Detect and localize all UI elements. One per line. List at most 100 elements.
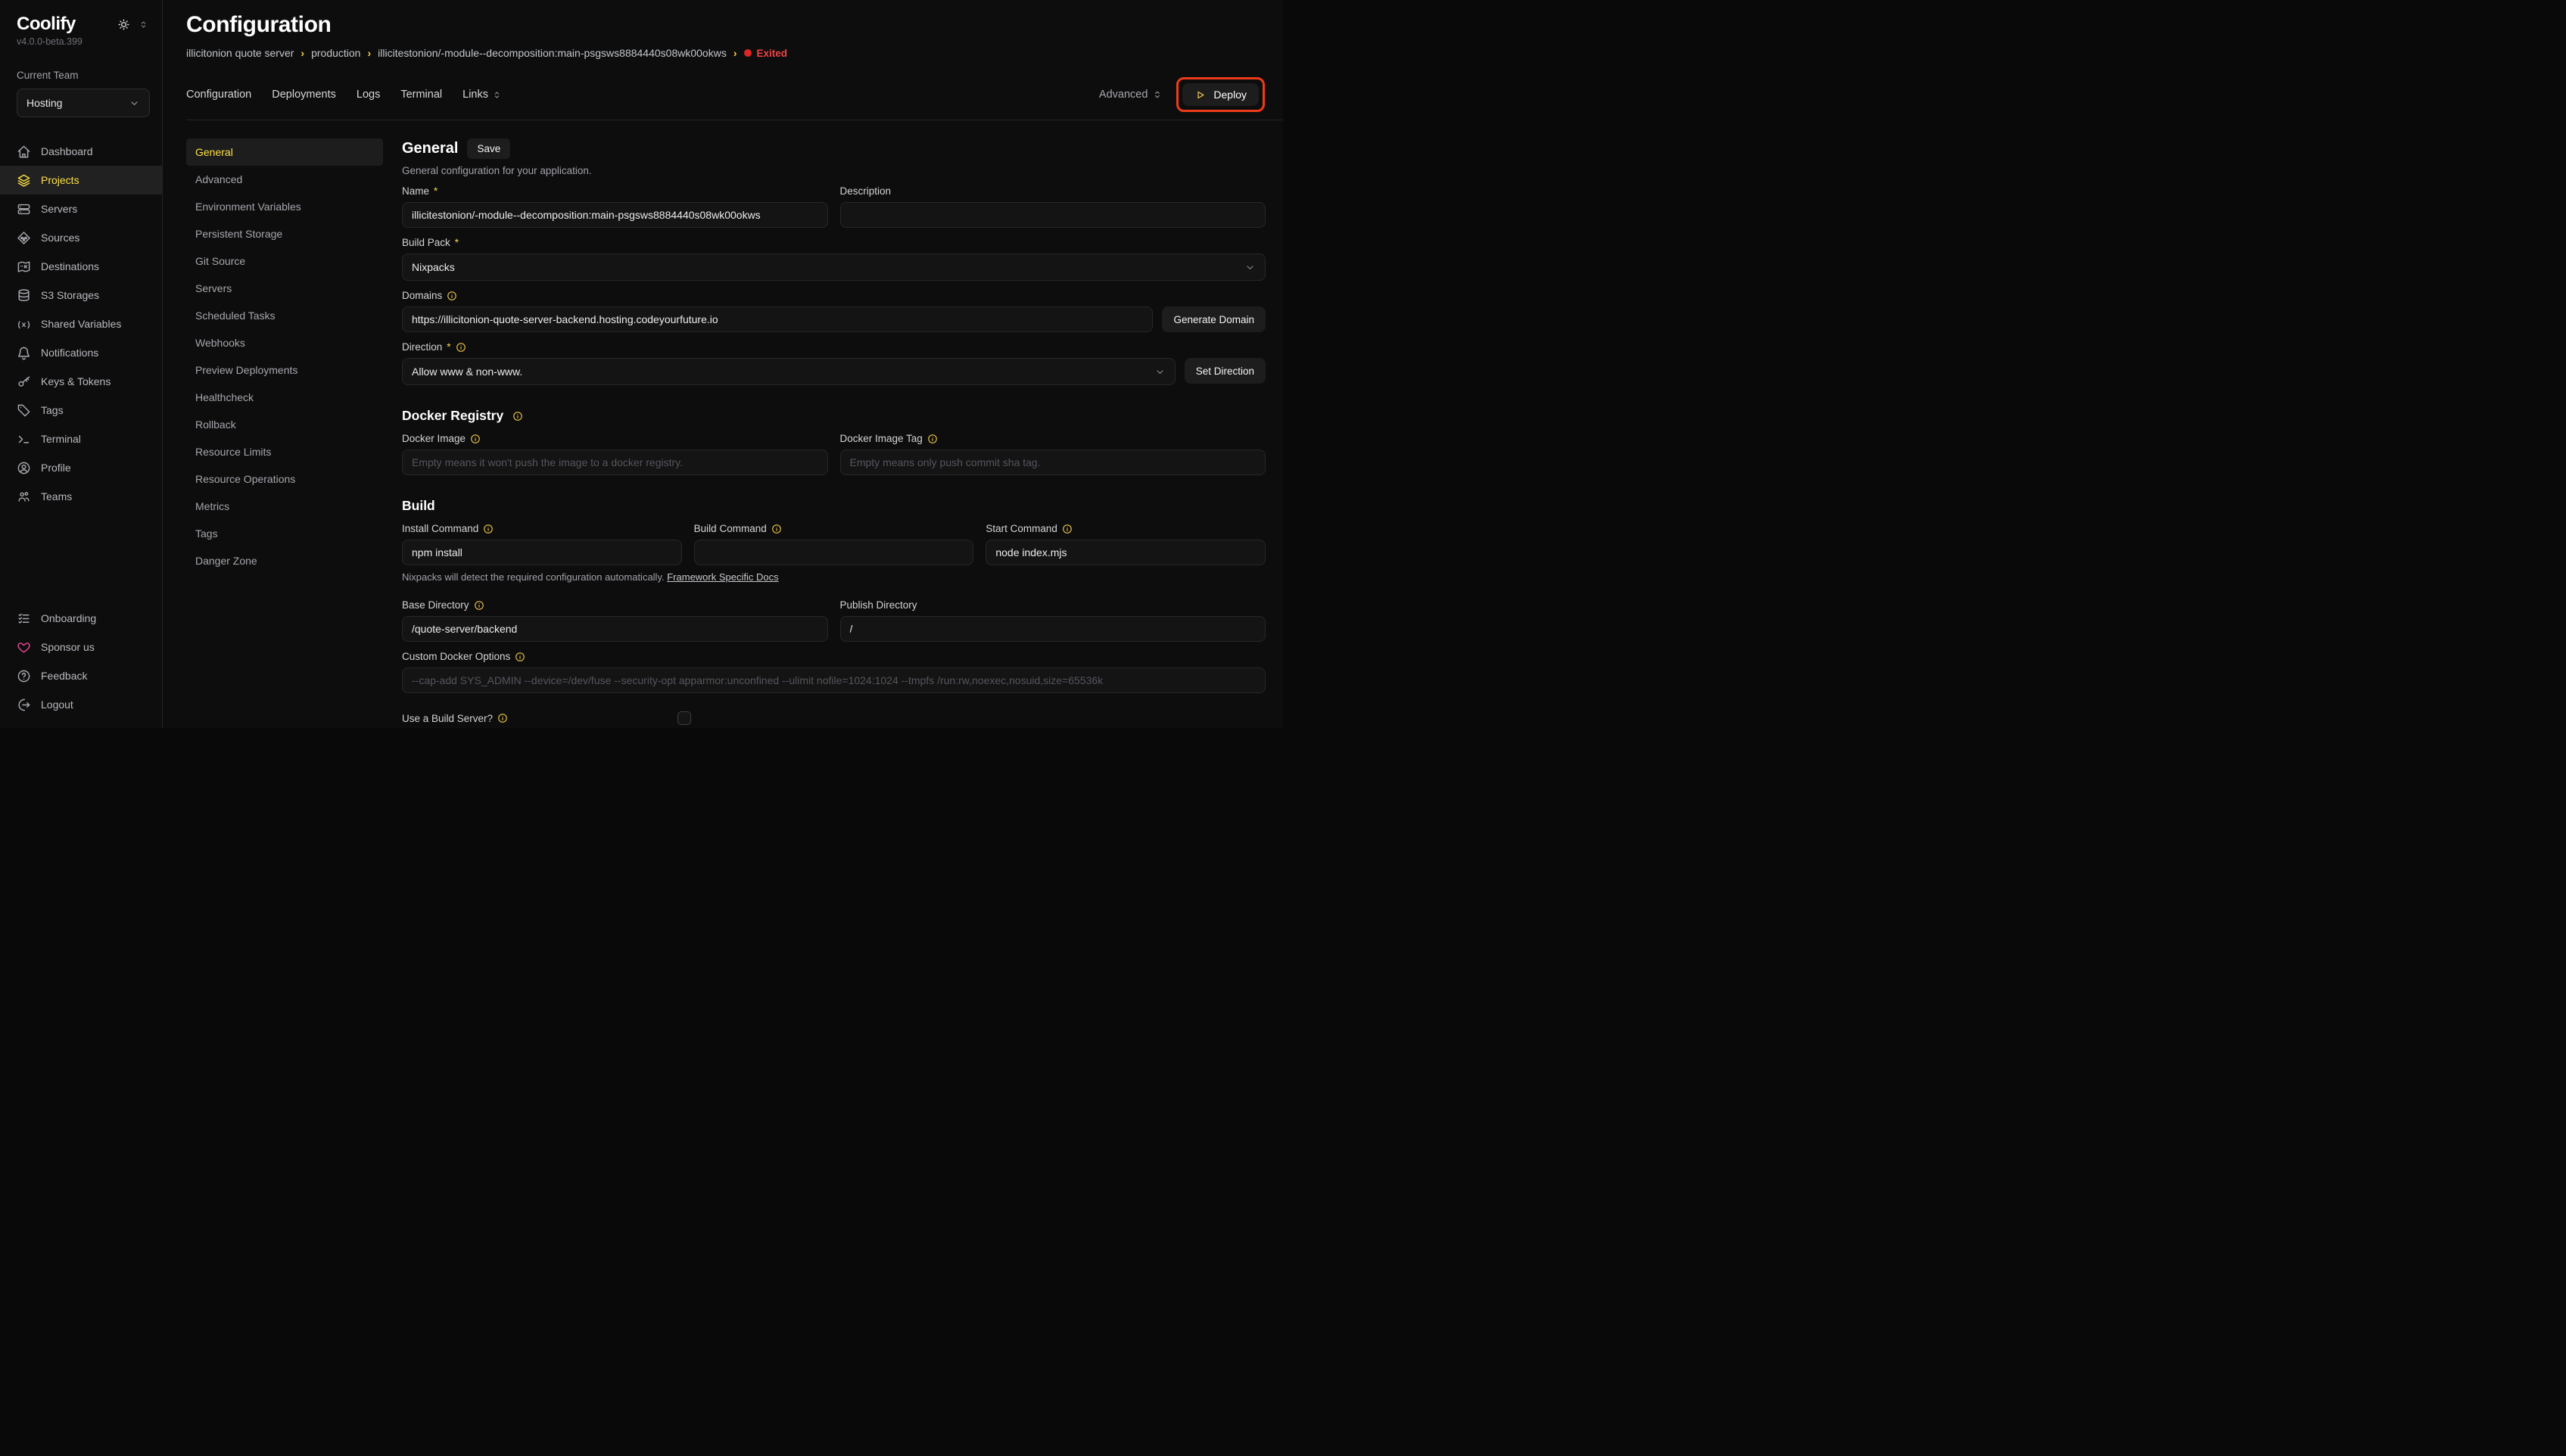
- framework-docs-link[interactable]: Framework Specific Docs: [667, 571, 778, 583]
- sidebar-item-teams[interactable]: Teams: [0, 482, 162, 511]
- app-window: Coolify v4.0.0-beta.399 Current Team Hos…: [0, 0, 1283, 728]
- sidebar-item-terminal[interactable]: Terminal: [0, 425, 162, 453]
- subnav-item-persistent-storage[interactable]: Persistent Storage: [186, 220, 383, 247]
- subnav-item-servers[interactable]: Servers: [186, 275, 383, 302]
- tab-deployments[interactable]: Deployments: [272, 89, 336, 101]
- subnav-item-general[interactable]: General: [186, 138, 383, 166]
- breadcrumb-environment[interactable]: production: [311, 47, 360, 59]
- sidebar-item-profile[interactable]: Profile: [0, 453, 162, 482]
- tag-icon: [17, 403, 31, 418]
- build-pack-label: Build Pack: [402, 237, 450, 248]
- advanced-dropdown[interactable]: Advanced: [1099, 89, 1163, 101]
- deploy-button[interactable]: Deploy: [1182, 83, 1259, 106]
- sidebar-item-label: Destinations: [41, 260, 99, 272]
- subnav-item-preview-deployments[interactable]: Preview Deployments: [186, 356, 383, 384]
- base-directory-input[interactable]: [402, 616, 828, 642]
- sidebar-item-keys-tokens[interactable]: Keys & Tokens: [0, 367, 162, 396]
- chevron-updown-icon: [1152, 89, 1163, 100]
- sidebar-item-s3-storages[interactable]: S3 Storages: [0, 281, 162, 310]
- sidebar-item-projects[interactable]: Projects: [0, 166, 162, 194]
- required-asterisk: *: [434, 185, 438, 197]
- subnav-item-healthcheck[interactable]: Healthcheck: [186, 384, 383, 411]
- breadcrumb-project[interactable]: illicitonion quote server: [186, 47, 294, 59]
- tab-configuration[interactable]: Configuration: [186, 89, 251, 101]
- publish-directory-input[interactable]: [840, 616, 1266, 642]
- start-command-input[interactable]: [986, 540, 1266, 565]
- deploy-label: Deploy: [1213, 89, 1247, 101]
- description-input[interactable]: [840, 202, 1266, 228]
- settings-subnav: GeneralAdvancedEnvironment VariablesPers…: [186, 138, 383, 574]
- info-icon: [474, 600, 484, 611]
- svg-text:(x): (x): [17, 321, 31, 330]
- docker-image-tag-label: Docker Image Tag: [840, 433, 923, 444]
- git-icon: [17, 231, 31, 245]
- base-directory-label: Base Directory: [402, 599, 469, 611]
- sidebar-item-label: Profile: [41, 462, 71, 474]
- sidebar-item-sources[interactable]: Sources: [0, 223, 162, 252]
- domains-label: Domains: [402, 290, 442, 301]
- docker-image-input[interactable]: [402, 450, 828, 475]
- subnav-item-scheduled-tasks[interactable]: Scheduled Tasks: [186, 302, 383, 329]
- set-direction-button[interactable]: Set Direction: [1185, 358, 1266, 384]
- subnav-item-tags[interactable]: Tags: [186, 520, 383, 547]
- sidebar-item-label: Projects: [41, 174, 79, 186]
- subnav-item-webhooks[interactable]: Webhooks: [186, 329, 383, 356]
- subnav-item-resource-limits[interactable]: Resource Limits: [186, 438, 383, 465]
- sidebar-item-sponsor-us[interactable]: Sponsor us: [0, 633, 162, 661]
- app-logo: Coolify: [17, 14, 76, 35]
- subnav-item-rollback[interactable]: Rollback: [186, 411, 383, 438]
- sidebar-item-onboarding[interactable]: Onboarding: [0, 604, 162, 633]
- direction-select[interactable]: Allow www & non-www.: [402, 358, 1176, 385]
- team-select[interactable]: Hosting: [17, 89, 150, 117]
- theme-sun-icon[interactable]: [117, 17, 131, 32]
- sidebar-item-dashboard[interactable]: Dashboard: [0, 137, 162, 166]
- tab-links[interactable]: Links: [462, 89, 502, 101]
- map-icon: [17, 260, 31, 274]
- build-server-label: Use a Build Server?: [402, 713, 493, 724]
- home-icon: [17, 145, 31, 159]
- sidebar-item-shared-variables[interactable]: (x)Shared Variables: [0, 310, 162, 338]
- docker-image-tag-input[interactable]: [840, 450, 1266, 475]
- name-input[interactable]: [402, 202, 828, 228]
- sidebar-item-label: Teams: [41, 490, 72, 502]
- generate-domain-button[interactable]: Generate Domain: [1162, 306, 1266, 332]
- subnav-item-metrics[interactable]: Metrics: [186, 493, 383, 520]
- subnav-item-environment-variables[interactable]: Environment Variables: [186, 193, 383, 220]
- build-server-checkbox[interactable]: [677, 711, 691, 725]
- info-icon: [456, 342, 466, 353]
- sidebar-item-label: Keys & Tokens: [41, 375, 111, 387]
- build-pack-select[interactable]: Nixpacks: [402, 254, 1266, 281]
- sidebar-item-label: Terminal: [41, 433, 81, 445]
- install-command-input[interactable]: [402, 540, 682, 565]
- bell-icon: [17, 346, 31, 360]
- sidebar-item-label: Dashboard: [41, 145, 93, 157]
- info-icon: [447, 291, 457, 301]
- sidebar-item-servers[interactable]: Servers: [0, 194, 162, 223]
- sidebar-item-destinations[interactable]: Destinations: [0, 252, 162, 281]
- sidebar-item-logout[interactable]: Logout: [0, 690, 162, 719]
- subnav-item-advanced[interactable]: Advanced: [186, 166, 383, 193]
- tab-terminal[interactable]: Terminal: [400, 89, 442, 101]
- start-command-label: Start Command: [986, 523, 1057, 534]
- sidebar-item-notifications[interactable]: Notifications: [0, 338, 162, 367]
- tab-logs[interactable]: Logs: [357, 89, 380, 101]
- required-asterisk: *: [455, 237, 459, 248]
- chevron-down-icon: [1244, 262, 1256, 273]
- breadcrumb-application[interactable]: illicitestonion/-module--decomposition:m…: [378, 47, 727, 59]
- domains-input[interactable]: [402, 306, 1153, 332]
- subnav-item-danger-zone[interactable]: Danger Zone: [186, 547, 383, 574]
- subnav-item-resource-operations[interactable]: Resource Operations: [186, 465, 383, 493]
- current-team-label: Current Team: [0, 47, 162, 81]
- custom-docker-options-input[interactable]: [402, 667, 1266, 693]
- subnav-item-git-source[interactable]: Git Source: [186, 247, 383, 275]
- users-icon: [17, 490, 31, 504]
- general-heading: General: [402, 140, 458, 157]
- sidebar: Coolify v4.0.0-beta.399 Current Team Hos…: [0, 0, 163, 728]
- sidebar-item-feedback[interactable]: Feedback: [0, 661, 162, 690]
- build-command-input[interactable]: [694, 540, 974, 565]
- sidebar-item-label: Notifications: [41, 347, 98, 359]
- sidebar-item-tags[interactable]: Tags: [0, 396, 162, 425]
- save-button[interactable]: Save: [467, 138, 510, 159]
- theme-chevron-updown-icon[interactable]: [139, 20, 148, 30]
- general-description: General configuration for your applicati…: [402, 165, 1266, 176]
